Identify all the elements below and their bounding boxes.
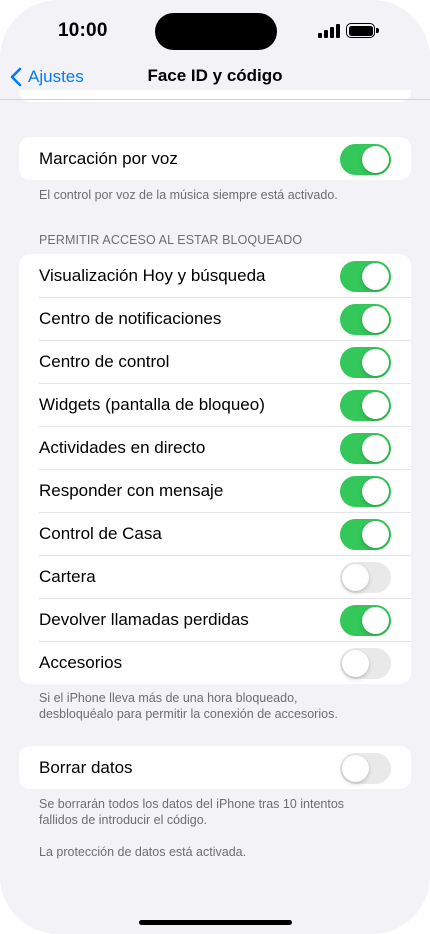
locked-access-group: Visualización Hoy y búsqueda Centro de n… (19, 254, 411, 684)
locked-access-header: PERMITIR ACCESO AL ESTAR BLOQUEADO (39, 233, 303, 247)
erase-footer-line2: fallidos de introducir el código. (39, 813, 208, 827)
return-missed-calls-toggle[interactable] (340, 604, 391, 636)
nav-divider (0, 99, 430, 100)
list-item: Centro de control (19, 340, 411, 383)
page-title: Face ID y código (147, 66, 283, 85)
list-item: Accesorios (19, 641, 411, 684)
status-time: 10:00 (58, 20, 108, 41)
phone-screen: 10:00 Ajustes Face ID y código Marcación… (0, 0, 430, 934)
today-view-toggle[interactable] (340, 260, 391, 292)
erase-data-footer: Se borrarán todos los datos del iPhone t… (39, 796, 399, 828)
widgets-toggle[interactable] (340, 389, 391, 421)
voice-dial-row: Marcación por voz (19, 137, 411, 180)
voice-dial-toggle[interactable] (340, 143, 391, 175)
list-item: Cartera (19, 555, 411, 598)
accessories-toggle[interactable] (340, 647, 391, 679)
dynamic-island (155, 13, 277, 50)
cellular-signal-icon (318, 24, 340, 38)
voice-dial-group: Marcación por voz (19, 137, 411, 180)
accessories-footer-line1: Si el iPhone lleva más de una hora bloqu… (39, 691, 298, 705)
list-item: Control de Casa (19, 512, 411, 555)
accessories-footer-line2: desbloquéalo para permitir la conexión d… (39, 707, 338, 721)
notification-center-toggle[interactable] (340, 303, 391, 335)
list-item: Responder con mensaje (19, 469, 411, 512)
home-control-toggle[interactable] (340, 518, 391, 550)
erase-data-group: Borrar datos (19, 746, 411, 789)
home-indicator (139, 920, 292, 925)
wallet-toggle[interactable] (340, 561, 391, 593)
voice-dial-footer: El control por voz de la música siempre … (39, 188, 338, 202)
battery-icon (346, 23, 375, 38)
reply-with-message-toggle[interactable] (340, 475, 391, 507)
list-item: Devolver llamadas perdidas (19, 598, 411, 641)
previous-group-edge (19, 90, 411, 102)
erase-data-toggle[interactable] (340, 752, 391, 784)
erase-footer-line1: Se borrarán todos los datos del iPhone t… (39, 797, 345, 811)
erase-data-row: Borrar datos (19, 746, 411, 789)
list-item: Widgets (pantalla de bloqueo) (19, 383, 411, 426)
control-center-toggle[interactable] (340, 346, 391, 378)
battery-tip (376, 28, 379, 33)
live-activities-toggle[interactable] (340, 432, 391, 464)
data-protection-note: La protección de datos está activada. (39, 845, 247, 859)
list-item: Centro de notificaciones (19, 297, 411, 340)
list-item: Visualización Hoy y búsqueda (19, 254, 411, 297)
list-item: Actividades en directo (19, 426, 411, 469)
accessories-footer: Si el iPhone lleva más de una hora bloqu… (39, 690, 399, 722)
